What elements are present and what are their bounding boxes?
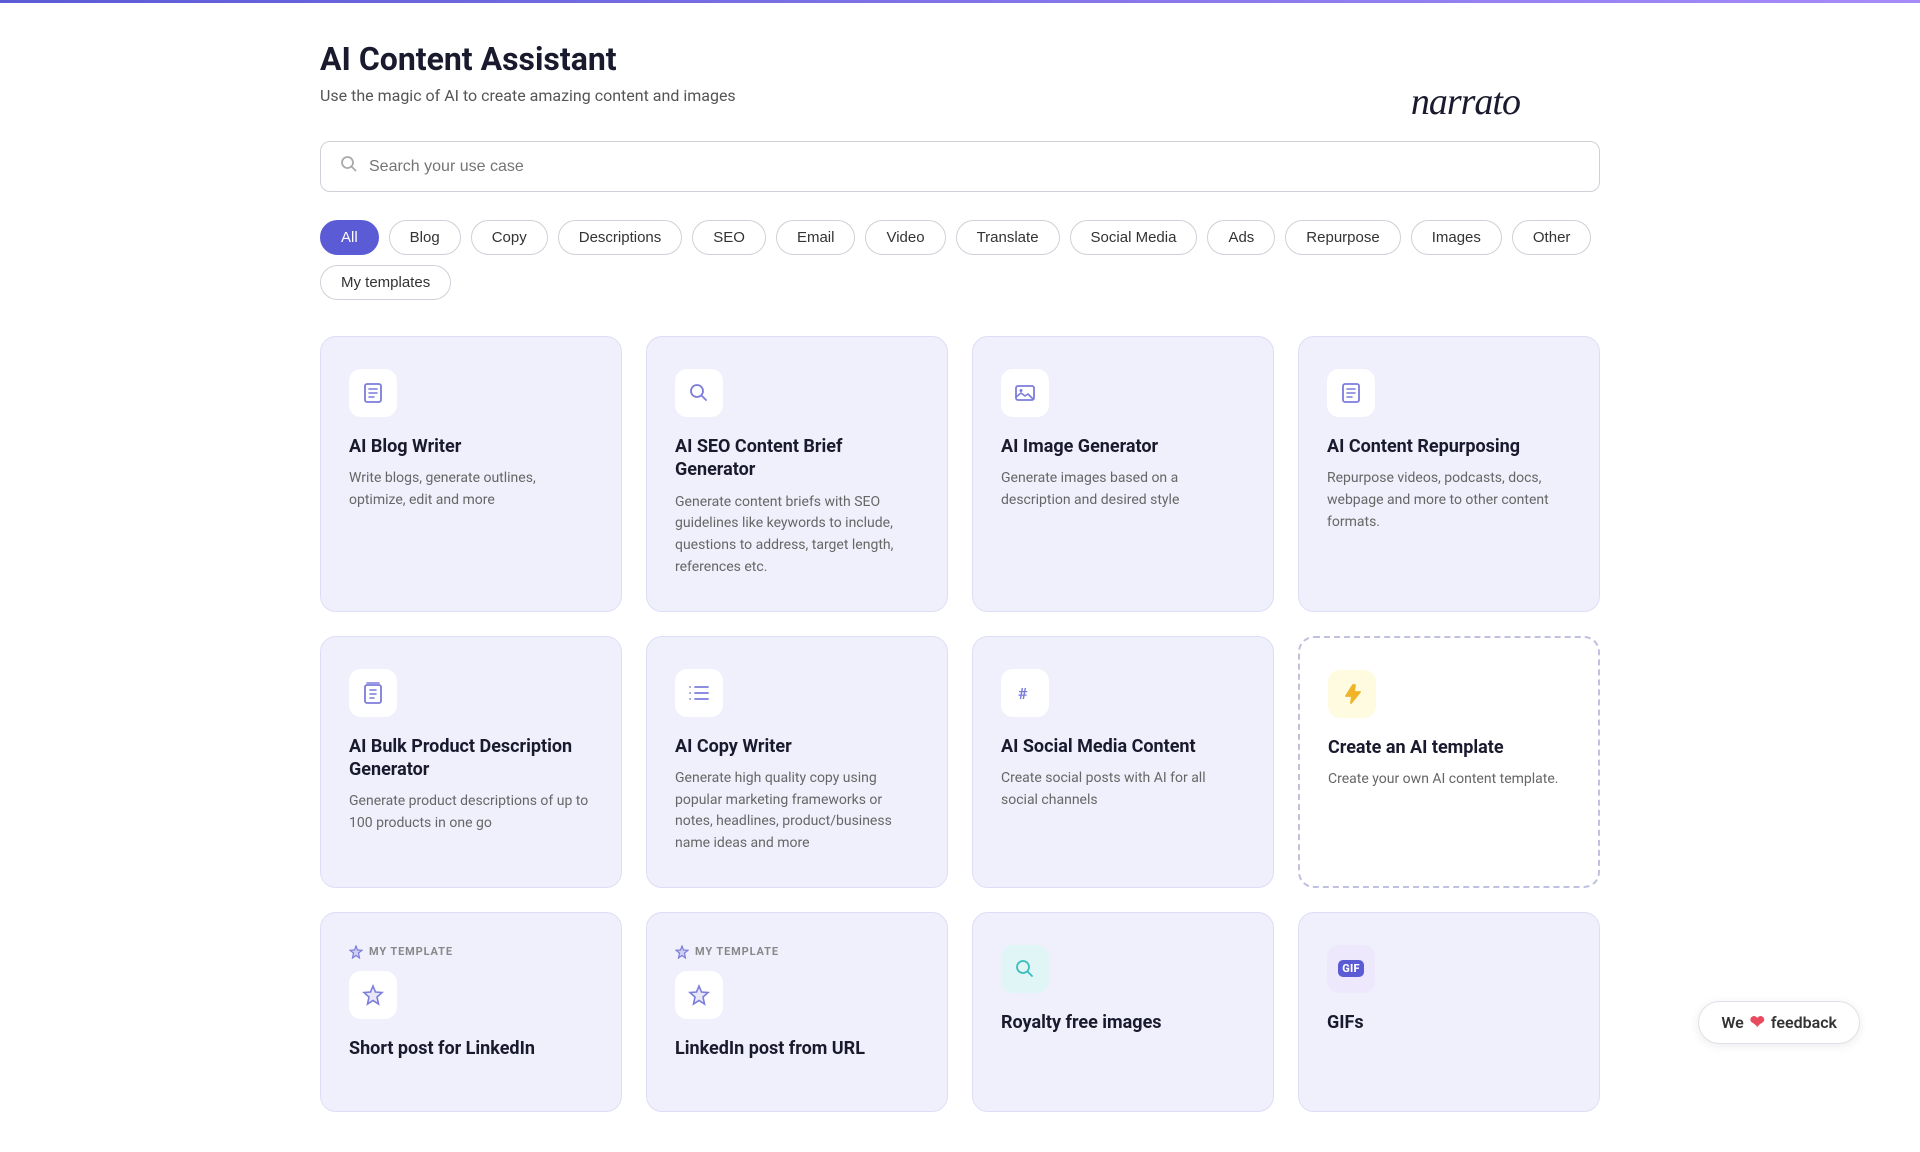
filter-tab-copy[interactable]: Copy xyxy=(471,220,548,255)
filter-tab-descriptions[interactable]: Descriptions xyxy=(558,220,683,255)
card-desc-image-gen: Generate images based on a description a… xyxy=(1001,468,1245,511)
filter-tab-translate[interactable]: Translate xyxy=(956,220,1060,255)
card-title-seo-brief: AI SEO Content Brief Generator xyxy=(675,435,919,482)
my-template-label: MY TEMPLATE xyxy=(675,945,919,959)
card-icon-seo-brief xyxy=(675,369,723,417)
card-create-template[interactable]: Create an AI template Create your own AI … xyxy=(1298,636,1600,888)
card-desc-social-media-content: Create social posts with AI for all soci… xyxy=(1001,768,1245,811)
card-gifs[interactable]: GIF GIFs xyxy=(1298,912,1600,1112)
filter-tab-all[interactable]: All xyxy=(320,220,379,255)
card-icon-create-template xyxy=(1328,670,1376,718)
card-icon-social-media-content: # xyxy=(1001,669,1049,717)
search-input[interactable] xyxy=(369,158,1581,176)
card-title-linkedin-short: Short post for LinkedIn xyxy=(349,1037,593,1060)
card-icon-royalty-images xyxy=(1001,945,1049,993)
filter-tab-social-media[interactable]: Social Media xyxy=(1070,220,1198,255)
card-icon-gifs: GIF xyxy=(1327,945,1375,993)
card-bulk-product[interactable]: AI Bulk Product Description Generator Gen… xyxy=(320,636,622,888)
logo: narrato xyxy=(1411,80,1520,124)
card-title-repurposing: AI Content Repurposing xyxy=(1327,435,1571,458)
page-title: AI Content Assistant xyxy=(320,40,1600,78)
feedback-button[interactable]: We ❤ feedback xyxy=(1698,1001,1860,1044)
page-subtitle: Use the magic of AI to create amazing co… xyxy=(320,86,1600,105)
card-desc-repurposing: Repurpose videos, podcasts, docs, webpag… xyxy=(1327,468,1571,533)
card-title-create-template: Create an AI template xyxy=(1328,736,1570,759)
card-desc-blog-writer: Write blogs, generate outlines, optimize… xyxy=(349,468,593,511)
svg-text:#: # xyxy=(1018,684,1028,703)
top-bar-gradient xyxy=(0,0,1920,3)
heart-icon: ❤ xyxy=(1750,1012,1765,1033)
card-linkedin-url[interactable]: MY TEMPLATE LinkedIn post from URL xyxy=(646,912,948,1112)
card-social-media-content[interactable]: # AI Social Media Content Create social p… xyxy=(972,636,1274,888)
card-title-image-gen: AI Image Generator xyxy=(1001,435,1245,458)
card-title-blog-writer: AI Blog Writer xyxy=(349,435,593,458)
card-desc-seo-brief: Generate content briefs with SEO guideli… xyxy=(675,492,919,579)
filter-tab-seo[interactable]: SEO xyxy=(692,220,766,255)
filter-tabs: All Blog Copy Descriptions SEO Email Video Tran… xyxy=(320,220,1600,300)
card-image-gen[interactable]: AI Image Generator Generate images based … xyxy=(972,336,1274,612)
my-template-label: MY TEMPLATE xyxy=(349,945,593,959)
card-copy-writer[interactable]: AI Copy Writer Generate high quality copy… xyxy=(646,636,948,888)
filter-tab-blog[interactable]: Blog xyxy=(389,220,461,255)
filter-tab-images[interactable]: Images xyxy=(1411,220,1502,255)
card-icon-linkedin-url xyxy=(675,971,723,1019)
card-royalty-images[interactable]: Royalty free images xyxy=(972,912,1274,1112)
page-header: AI Content Assistant Use the magic of AI… xyxy=(320,40,1600,105)
feedback-action-label: feedback xyxy=(1771,1013,1837,1032)
filter-tab-ads[interactable]: Ads xyxy=(1207,220,1275,255)
cards-grid: AI Blog Writer Write blogs, generate outl… xyxy=(320,336,1600,1112)
card-desc-bulk-product: Generate product descriptions of up to 1… xyxy=(349,791,593,834)
card-icon-blog-writer xyxy=(349,369,397,417)
search-bar xyxy=(320,141,1600,192)
search-icon xyxy=(339,154,359,179)
card-title-bulk-product: AI Bulk Product Description Generator xyxy=(349,735,593,782)
filter-tab-email[interactable]: Email xyxy=(776,220,856,255)
card-title-gifs: GIFs xyxy=(1327,1011,1571,1034)
card-title-linkedin-url: LinkedIn post from URL xyxy=(675,1037,919,1060)
card-blog-writer[interactable]: AI Blog Writer Write blogs, generate outl… xyxy=(320,336,622,612)
card-desc-copy-writer: Generate high quality copy using popular… xyxy=(675,768,919,855)
card-title-royalty-images: Royalty free images xyxy=(1001,1011,1245,1034)
card-icon-image-gen xyxy=(1001,369,1049,417)
feedback-we-label: We xyxy=(1721,1013,1743,1032)
card-repurposing[interactable]: AI Content Repurposing Repurpose videos, … xyxy=(1298,336,1600,612)
filter-tab-my-templates[interactable]: My templates xyxy=(320,265,451,300)
card-desc-create-template: Create your own AI content template. xyxy=(1328,769,1570,791)
card-seo-brief[interactable]: AI SEO Content Brief Generator Generate c… xyxy=(646,336,948,612)
card-icon-bulk-product xyxy=(349,669,397,717)
filter-tab-video[interactable]: Video xyxy=(865,220,945,255)
filter-tab-repurpose[interactable]: Repurpose xyxy=(1285,220,1400,255)
card-icon-copy-writer xyxy=(675,669,723,717)
card-icon-linkedin-short xyxy=(349,971,397,1019)
card-linkedin-short[interactable]: MY TEMPLATE Short post for LinkedIn xyxy=(320,912,622,1112)
filter-tab-other[interactable]: Other xyxy=(1512,220,1592,255)
card-title-social-media-content: AI Social Media Content xyxy=(1001,735,1245,758)
card-icon-repurposing xyxy=(1327,369,1375,417)
card-title-copy-writer: AI Copy Writer xyxy=(675,735,919,758)
